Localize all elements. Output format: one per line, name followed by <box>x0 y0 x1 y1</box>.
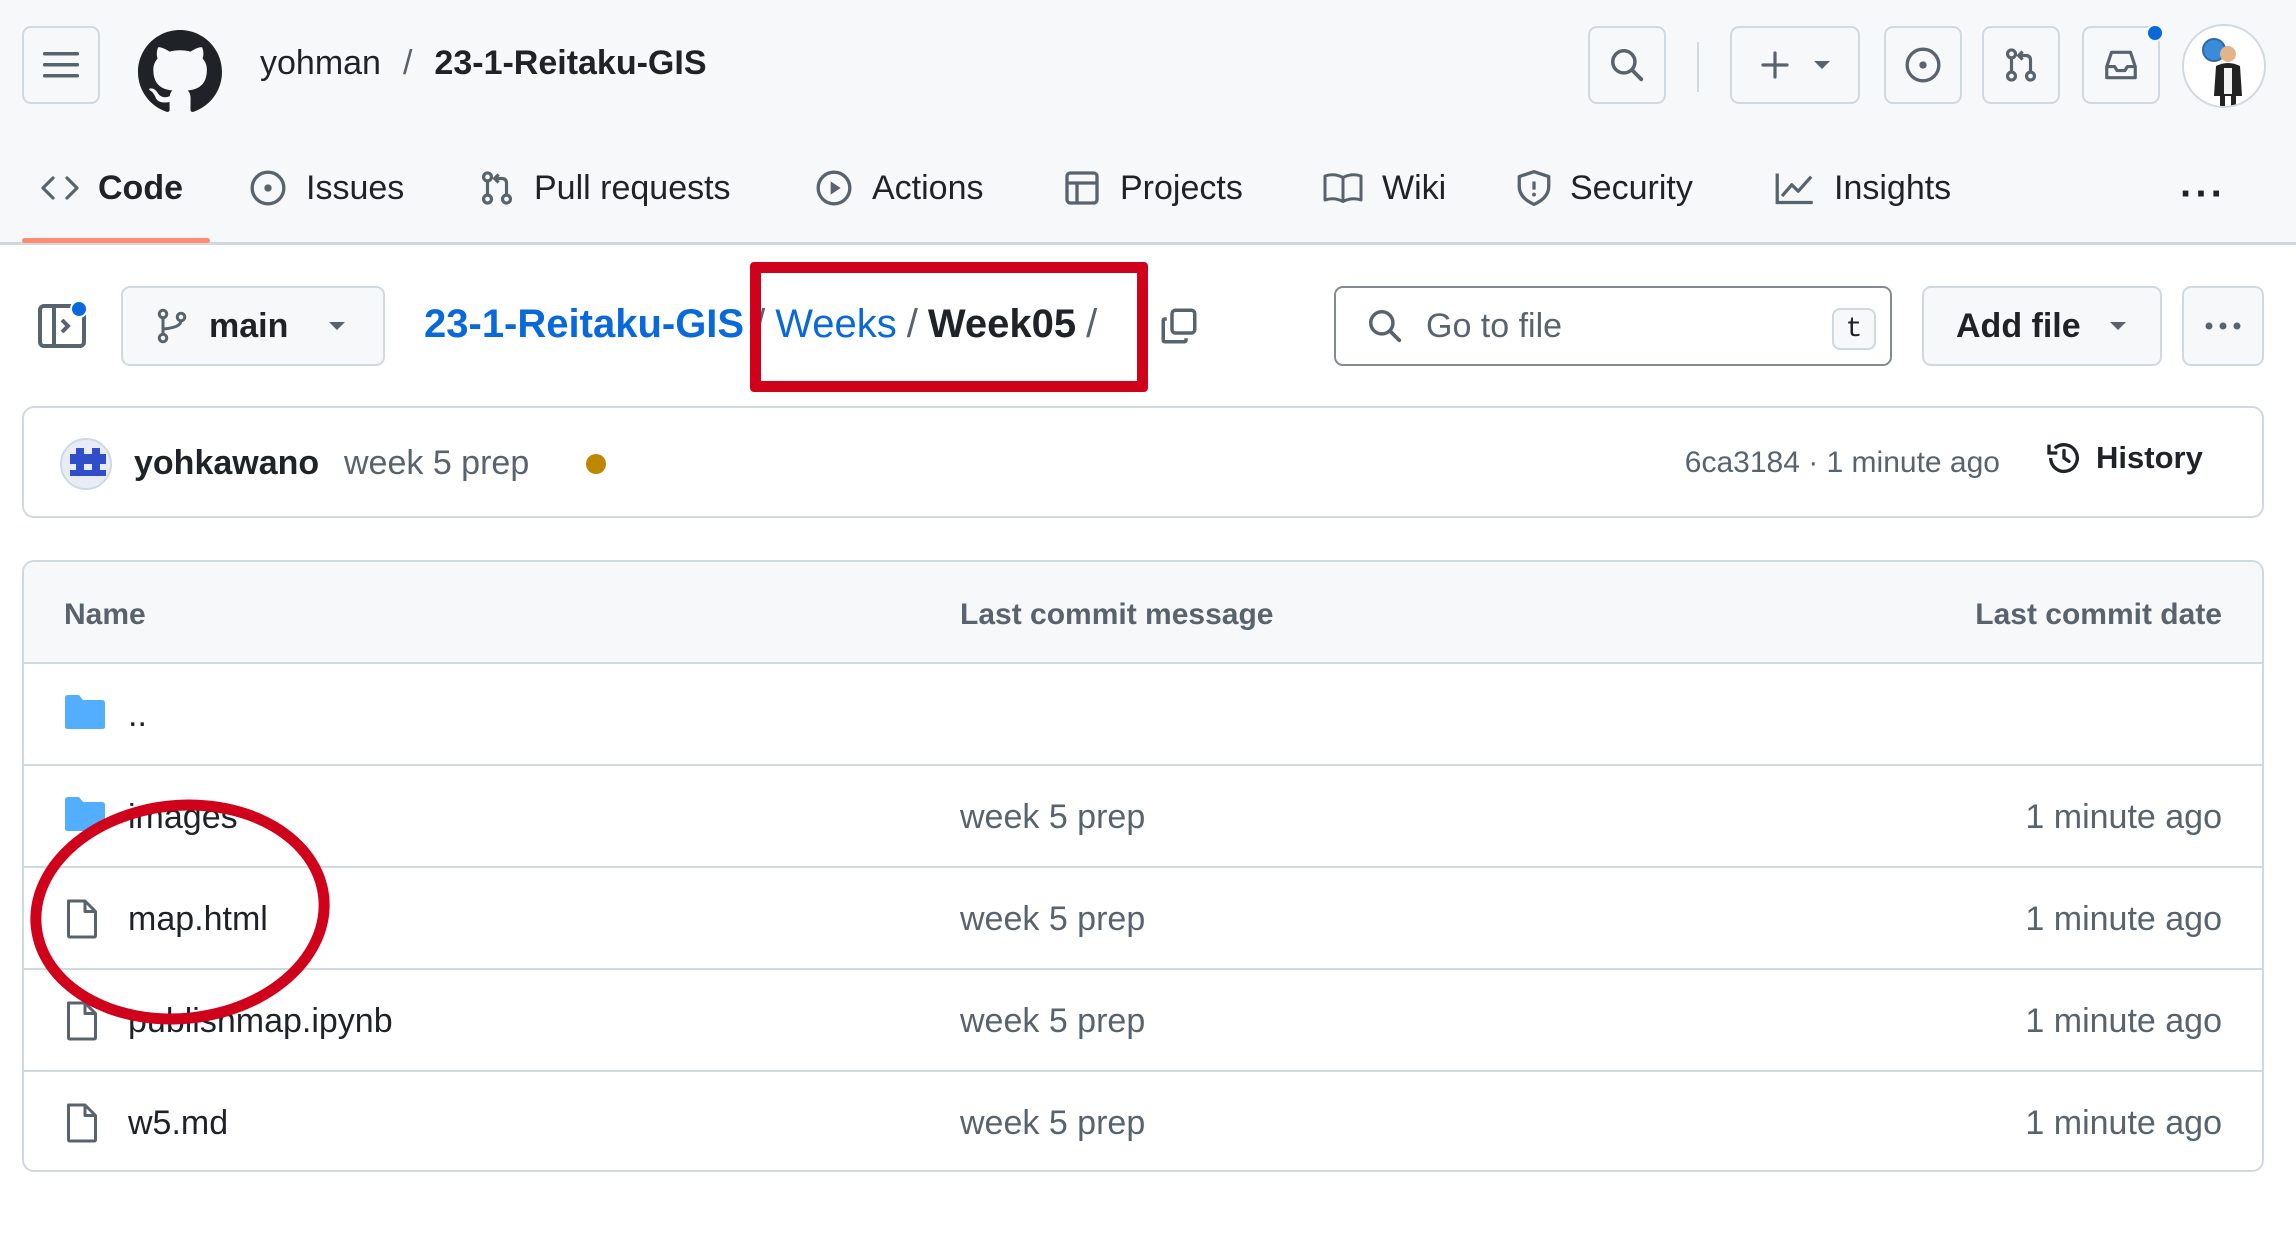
triangle-down-icon <box>1814 61 1830 69</box>
tab-code[interactable]: Code <box>40 160 183 216</box>
add-file-label: Add file <box>1956 306 2081 345</box>
add-file-button[interactable]: Add file <box>1922 286 2162 366</box>
git-pull-request-icon <box>2005 48 2037 82</box>
table-row[interactable]: .. <box>24 664 2262 766</box>
triangle-down-icon <box>2109 322 2126 330</box>
issue-opened-icon <box>1905 47 1941 83</box>
branch-name: main <box>209 306 289 345</box>
selected-tab-underline <box>22 238 210 243</box>
path-separator: / <box>402 44 413 82</box>
tab-wiki-label: Wiki <box>1382 168 1447 207</box>
issue-opened-icon <box>250 170 286 206</box>
annotation-rectangle <box>750 262 1148 392</box>
file-commit-message[interactable]: week 5 prep <box>960 798 1145 837</box>
commit-meta[interactable]: 6ca3184 · 1 minute ago <box>1685 446 2000 480</box>
repo-path: yohman / 23-1-Reitaku-GIS <box>260 44 707 83</box>
file-commit-message[interactable]: week 5 prep <box>960 900 1145 939</box>
table-icon <box>1065 171 1099 205</box>
history-label: History <box>2096 440 2203 475</box>
header-divider <box>1697 42 1699 92</box>
tab-actions-label: Actions <box>872 168 984 207</box>
table-row[interactable]: w5.md week 5 prep 1 minute ago <box>24 1072 2262 1170</box>
file-commit-date: 1 minute ago <box>2025 1002 2222 1040</box>
shield-icon <box>1517 170 1551 206</box>
file-table: Name Last commit message Last commit dat… <box>22 560 2264 1172</box>
history-icon <box>2047 443 2079 474</box>
go-to-file-input[interactable]: Go to file t <box>1334 286 1892 366</box>
column-header-message: Last commit message <box>960 598 1274 631</box>
author-avatar-image <box>62 440 110 488</box>
tab-security[interactable]: Security <box>1516 160 1693 216</box>
github-logo-icon[interactable] <box>138 30 222 114</box>
folder-icon <box>65 695 105 729</box>
tab-pull-requests-label: Pull requests <box>534 168 731 207</box>
copy-path-icon[interactable] <box>1158 305 1200 347</box>
tab-actions[interactable]: Actions <box>814 160 984 216</box>
user-avatar-image <box>2184 26 2264 106</box>
table-row[interactable]: publishmap.ipynb week 5 prep 1 minute ag… <box>24 970 2262 1072</box>
sidebar-notification-dot <box>70 300 88 318</box>
table-row[interactable]: images week 5 prep 1 minute ago <box>24 766 2262 868</box>
repo-link[interactable]: 23-1-Reitaku-GIS <box>434 44 706 83</box>
file-commit-date: 1 minute ago <box>2025 1104 2222 1142</box>
global-header: yohman / 23-1-Reitaku-GIS Code Issues Pu… <box>0 0 2296 245</box>
commit-author[interactable]: yohkawano <box>134 444 319 483</box>
latest-commit-box: yohkawano week 5 prep 6ca3184 · 1 minute… <box>22 406 2264 518</box>
user-avatar[interactable] <box>2182 24 2266 108</box>
breadcrumb-repo-link[interactable]: 23-1-Reitaku-GIS <box>424 302 744 347</box>
git-branch-icon <box>157 308 187 344</box>
graph-icon <box>1775 173 1813 205</box>
tab-pull-requests[interactable]: Pull requests <box>478 160 731 216</box>
search-icon <box>1369 310 1402 343</box>
issues-button[interactable] <box>1884 26 1962 104</box>
file-commit-date: 1 minute ago <box>2025 900 2222 938</box>
table-header: Name Last commit message Last commit dat… <box>24 562 2262 664</box>
author-avatar[interactable] <box>60 438 112 490</box>
tab-projects[interactable]: Projects <box>1062 160 1243 216</box>
tab-code-label: Code <box>98 168 183 207</box>
commit-message[interactable]: week 5 prep <box>344 444 529 483</box>
inbox-icon <box>2105 50 2137 80</box>
play-icon <box>816 170 852 206</box>
tab-insights-label: Insights <box>1834 168 1952 207</box>
tabs-more-button[interactable]: ··· <box>2180 172 2226 217</box>
git-pull-request-icon <box>481 171 513 205</box>
triangle-down-icon <box>329 322 346 330</box>
hamburger-icon <box>43 52 79 78</box>
go-to-file-placeholder: Go to file <box>1426 306 1563 345</box>
branch-selector[interactable]: main <box>121 286 385 366</box>
file-commit-date: 1 minute ago <box>2025 798 2222 836</box>
column-header-date: Last commit date <box>1975 598 2222 631</box>
file-commit-message[interactable]: week 5 prep <box>960 1104 1145 1143</box>
history-button[interactable]: History <box>2044 438 2203 478</box>
repo-tabs: Code Issues Pull requests Actions Projec… <box>0 150 2296 245</box>
book-icon <box>1323 173 1363 203</box>
tab-issues-label: Issues <box>306 168 405 207</box>
table-row[interactable]: map.html week 5 prep 1 minute ago <box>24 868 2262 970</box>
tab-security-label: Security <box>1570 168 1693 207</box>
shortcut-key: t <box>1832 308 1876 350</box>
file-name[interactable]: .. <box>128 696 147 735</box>
kebab-horizontal-icon <box>2205 322 2241 330</box>
file-name[interactable]: w5.md <box>128 1104 228 1143</box>
tab-projects-label: Projects <box>1120 168 1243 207</box>
tab-wiki[interactable]: Wiki <box>1322 160 1446 216</box>
notification-dot <box>2146 24 2164 42</box>
column-header-name: Name <box>64 598 146 631</box>
file-commit-message[interactable]: week 5 prep <box>960 1002 1145 1041</box>
tab-issues[interactable]: Issues <box>248 160 404 216</box>
pull-requests-button[interactable] <box>1982 26 2060 104</box>
code-icon <box>41 176 79 200</box>
plus-icon <box>1761 51 1789 79</box>
search-icon <box>1611 49 1644 82</box>
search-button[interactable] <box>1588 26 1666 104</box>
commit-status-dot[interactable] <box>586 454 606 474</box>
tab-insights[interactable]: Insights <box>1774 160 1951 216</box>
file-icon <box>67 1103 97 1143</box>
more-options-button[interactable] <box>2182 286 2264 366</box>
menu-button[interactable] <box>22 26 100 104</box>
create-new-button[interactable] <box>1730 26 1860 104</box>
owner-link[interactable]: yohman <box>260 44 381 83</box>
